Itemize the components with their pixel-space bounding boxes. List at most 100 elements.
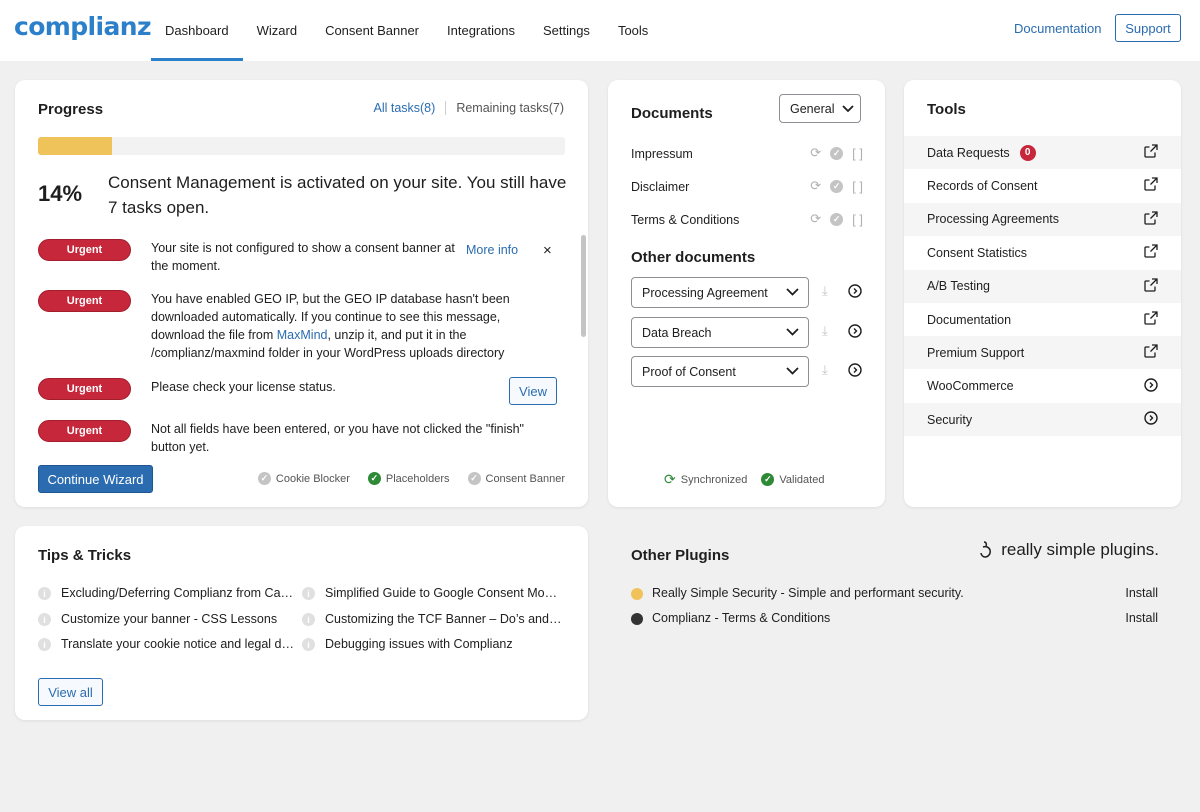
tool-item-woocommerce[interactable]: WooCommerce (904, 370, 1181, 403)
nav-tools[interactable]: Tools (604, 0, 662, 61)
dismiss-icon[interactable]: × (543, 242, 552, 259)
plugin-name: Really Simple Security - Simple and perf… (652, 586, 964, 600)
progress-bar (38, 137, 565, 155)
download-icon[interactable]: ⤓ (822, 362, 828, 378)
sync-icon: ⟳ (810, 178, 822, 193)
task-filter: All tasks(8) Remaining tasks(7) (373, 101, 564, 115)
maxmind-link[interactable]: MaxMind (277, 328, 328, 342)
progress-title: Progress (38, 101, 104, 118)
count-badge: 0 (1019, 144, 1036, 161)
info-icon: i (38, 587, 51, 600)
tool-item-records-of-consent[interactable]: Records of Consent (904, 169, 1181, 202)
tool-item-data-requests[interactable]: Data Requests 0 (904, 136, 1181, 169)
info-icon: i (38, 613, 51, 626)
circle-arrow-icon[interactable] (848, 363, 862, 377)
view-license-button[interactable]: View (509, 377, 557, 405)
tip-link[interactable]: i Customize your banner - CSS Lessons (38, 612, 296, 626)
status-label: Cookie Blocker (275, 472, 350, 485)
external-link-icon (1144, 311, 1158, 328)
task-text: You have enabled GEO IP, but the GEO IP … (151, 290, 531, 362)
support-button[interactable]: Support (1115, 14, 1181, 42)
tool-item-processing-agreements[interactable]: Processing Agreements (904, 202, 1181, 236)
tool-item-premium-support[interactable]: Premium Support (904, 336, 1181, 370)
nav-dashboard[interactable]: Dashboard (151, 0, 243, 61)
tools-card: Tools Data Requests 0 Records of Consent Pr… (904, 80, 1181, 507)
tool-item-a-b-testing[interactable]: A/B Testing (904, 269, 1181, 303)
check-icon: ✓ (830, 212, 844, 226)
install-link[interactable]: Install (1125, 611, 1158, 625)
tool-item-documentation[interactable]: Documentation (904, 303, 1181, 336)
status-validated: ✓ Validated (761, 471, 824, 488)
tip-link[interactable]: i Translate your cookie notice and legal … (38, 637, 296, 651)
processing-agreement-select[interactable]: Processing Agreement (631, 277, 809, 308)
tool-label: Documentation (927, 312, 1012, 327)
tool-label: Data Requests (927, 145, 1010, 160)
tip-label: Customizing the TCF Banner – Do’s and Do… (325, 612, 562, 626)
tool-label: Security (927, 412, 973, 427)
document-type-select[interactable]: General (779, 94, 861, 123)
chevron-down-icon (786, 328, 799, 336)
task-scrollbar[interactable] (581, 235, 586, 455)
document-name: Disclaimer (631, 180, 690, 194)
tip-link[interactable]: i Simplified Guide to Google Consent Mode… (302, 586, 562, 600)
really-simple-plugins-logo[interactable]: really simple plugins. (979, 540, 1159, 560)
nav-wizard[interactable]: Wizard (243, 0, 311, 61)
select-value: Proof of Consent (642, 364, 736, 379)
continue-wizard-button[interactable]: Continue Wizard (38, 465, 153, 493)
circle-arrow-icon[interactable] (848, 284, 862, 298)
info-icon: i (302, 638, 315, 651)
circle-arrow-icon (1144, 378, 1158, 395)
tip-link[interactable]: i Excluding/Deferring Complianz from Cach… (38, 586, 296, 600)
shortcode-icon[interactable]: [ ] (852, 146, 863, 161)
nav-consent-banner[interactable]: Consent Banner (311, 0, 433, 61)
tool-item-security[interactable]: Security (904, 403, 1181, 437)
tip-label: Translate your cookie notice and legal d… (61, 637, 296, 651)
external-link-icon (1144, 244, 1158, 261)
document-row: Impressum ⟳ ✓ [ ] (631, 145, 863, 161)
shortcode-icon[interactable]: [ ] (852, 179, 863, 194)
all-tasks-link[interactable]: All tasks(8) (373, 101, 447, 115)
proof-of-consent-select[interactable]: Proof of Consent (631, 356, 809, 387)
remaining-tasks-link[interactable]: Remaining tasks(7) (446, 101, 564, 115)
tools-title: Tools (927, 101, 966, 118)
top-bar: complianz Dashboard Wizard Consent Banne… (0, 0, 1200, 61)
status-consent-banner: ✓ Consent Banner (467, 472, 565, 485)
select-value: General (790, 101, 835, 116)
task-text: Not all fields have been entered, or you… (151, 422, 524, 454)
other-plugins-title: Other Plugins (631, 547, 730, 564)
tool-item-consent-statistics[interactable]: Consent Statistics (904, 236, 1181, 269)
tip-link[interactable]: i Customizing the TCF Banner – Do’s and D… (302, 612, 562, 626)
other-plugins-section: Other Plugins really simple plugins. Rea… (608, 526, 1181, 720)
nav-integrations[interactable]: Integrations (433, 0, 529, 61)
download-icon[interactable]: ⤓ (822, 283, 828, 299)
task-list: Urgent Your site is not configured to sh… (38, 235, 568, 455)
status-label: Placeholders (385, 472, 450, 485)
more-info-link[interactable]: More info (466, 243, 518, 257)
external-link-icon (1144, 277, 1158, 295)
shortcode-icon[interactable]: [ ] (852, 212, 863, 227)
select-value: Processing Agreement (642, 285, 768, 300)
external-link-icon (1144, 177, 1158, 194)
circle-arrow-icon (1144, 411, 1158, 428)
documents-status: ⟳ Synchronized ✓ Validated (664, 471, 824, 488)
document-row: Terms & Conditions ⟳ ✓ [ ] (631, 211, 863, 227)
scrollbar-thumb[interactable] (581, 235, 586, 337)
task-text: Please check your license status. (151, 380, 336, 394)
documents-card: Documents General Impressum ⟳ ✓ [ ] Discla… (608, 80, 885, 507)
complianz-logo[interactable]: complianz (14, 12, 152, 41)
tip-label: Customize your banner - CSS Lessons (61, 612, 278, 626)
install-link[interactable]: Install (1125, 586, 1158, 600)
circle-arrow-icon[interactable] (848, 324, 862, 338)
documentation-link[interactable]: Documentation (1014, 21, 1101, 36)
brand-text: really simple plugins. (1001, 540, 1159, 559)
data-breach-select[interactable]: Data Breach (631, 317, 809, 348)
plugin-status-dot (631, 588, 643, 600)
chevron-down-icon (842, 104, 855, 112)
download-icon[interactable]: ⤓ (822, 323, 828, 339)
tips-title: Tips & Tricks (38, 547, 132, 564)
chevron-down-icon (786, 288, 799, 296)
tip-link[interactable]: i Debugging issues with Complianz (302, 637, 562, 651)
view-all-button[interactable]: View all (38, 678, 103, 706)
nav-settings[interactable]: Settings (529, 0, 604, 61)
external-link-icon (1144, 144, 1158, 161)
